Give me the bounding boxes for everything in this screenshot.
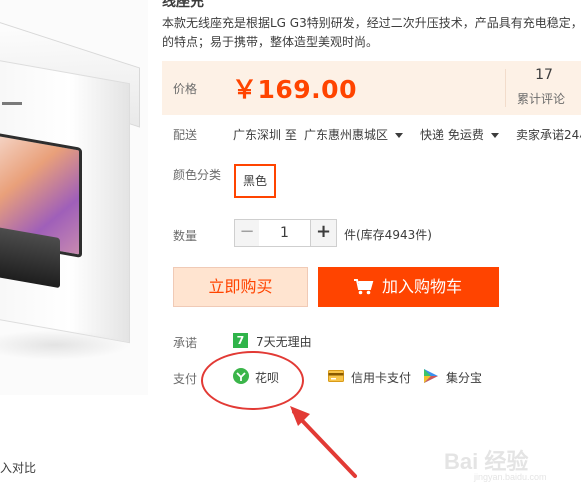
seven-day-return-icon: 7 (233, 333, 248, 348)
payment-jifenbao[interactable]: 集分宝 (446, 369, 482, 386)
watermark: Bai 经验 jingyan.baidu.com (444, 436, 574, 488)
delivery-method-select[interactable]: 快递 免运费 (420, 126, 499, 143)
add-to-cart-label: 加入购物车 (382, 277, 463, 296)
add-to-cart-button[interactable]: 加入购物车 (318, 267, 499, 307)
add-to-compare-link[interactable]: 入对比 (0, 459, 36, 476)
stock-text: 件(库存4943件) (344, 228, 432, 242)
quantity-input[interactable]: 1 (259, 219, 310, 247)
cart-icon (354, 279, 374, 295)
color-option-black[interactable]: 黑色 (234, 164, 276, 198)
payment-credit-card[interactable]: 信用卡支付 (351, 369, 411, 386)
promise-label: 承诺 (173, 336, 198, 350)
product-description: 本款无线座充是根据LG G3特别研发，经过二次升压技术，产品具有充电稳定， 的特… (162, 14, 581, 52)
jifenbao-icon (424, 369, 438, 383)
review-count[interactable]: 17 (519, 67, 569, 83)
quantity-decrease-button[interactable]: − (234, 219, 260, 247)
credit-card-icon (328, 370, 344, 382)
quantity-increase-button[interactable]: + (310, 219, 337, 247)
shipping-destination: 广东惠州惠城区 (304, 128, 389, 142)
brand-mark (2, 102, 22, 105)
shipping-label: 配送 (173, 128, 198, 142)
promise-text[interactable]: 7天无理由 (256, 333, 312, 350)
description-line-2: 的特点；易于携带，整体造型美观时尚。 (162, 35, 379, 49)
product-title: 线座充 (162, 0, 204, 10)
quantity-label: 数量 (173, 229, 198, 243)
price-label: 价格 (173, 82, 198, 96)
delivery-method: 快递 免运费 (420, 128, 484, 142)
review-divider (505, 69, 506, 107)
watermark-url: jingyan.baidu.com (474, 472, 547, 482)
seller-promise: 卖家承诺24小 (516, 128, 581, 142)
description-line-1: 本款无线座充是根据LG G3特别研发，经过二次升压技术，产品具有充电稳定， (162, 16, 581, 30)
color-label: 颜色分类 (173, 168, 222, 182)
payment-label: 支付 (173, 372, 198, 386)
chevron-down-icon (395, 133, 404, 138)
chevron-down-icon (490, 133, 499, 138)
shipping-destination-select[interactable]: 广东惠州惠城区 (304, 126, 404, 143)
annotation-arrow-icon (290, 406, 357, 478)
product-image[interactable] (0, 0, 148, 395)
product-shadow (0, 330, 130, 360)
price-value: ￥169.00 (232, 75, 357, 104)
review-label[interactable]: 累计评论 (517, 90, 565, 107)
shipping-origin: 广东深圳 至 (233, 128, 297, 142)
buy-now-button[interactable]: 立即购买 (173, 267, 308, 307)
price-panel: 价格 ￥169.00 17 累计评论 (162, 61, 581, 115)
